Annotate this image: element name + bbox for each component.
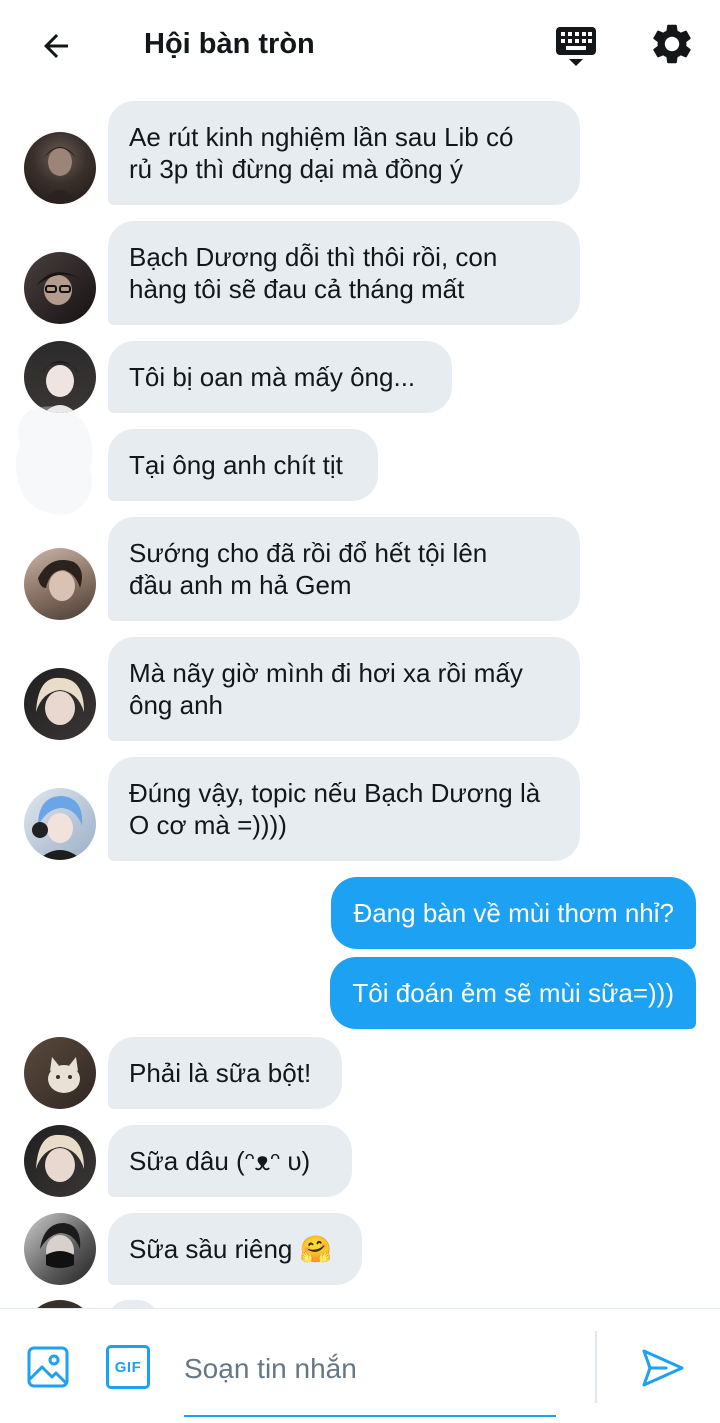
message-bubble-outgoing[interactable]: Đang bàn về mùi thơm nhỉ? xyxy=(331,877,696,949)
faded-avatar-trace xyxy=(10,400,104,518)
keyboard-toggle-button[interactable] xyxy=(552,22,600,70)
chat-header: Hội bàn tròn xyxy=(0,0,720,88)
attach-image-button[interactable] xyxy=(26,1345,70,1394)
arrow-left-icon xyxy=(44,34,68,58)
send-button[interactable] xyxy=(640,1345,686,1396)
message-bubble[interactable]: Sữa sầu riêng 🤗 xyxy=(108,1213,362,1285)
gif-button[interactable]: GIF xyxy=(106,1345,150,1389)
cat-avatar[interactable] xyxy=(24,1037,96,1109)
message-bubble[interactable]: Phải là sữa bột! xyxy=(108,1037,342,1109)
message-input[interactable] xyxy=(184,1339,556,1399)
chat-title: Hội bàn tròn xyxy=(144,28,315,60)
blonde-avatar[interactable] xyxy=(24,668,96,740)
gif-label: GIF xyxy=(114,1358,142,1376)
send-icon xyxy=(642,1349,684,1387)
message-bubble[interactable]: Tôi bị oan mà mấy ông... xyxy=(108,341,452,413)
message-bubble[interactable]: Bạch Dương dỗi thì thôi rồi, con hàng tô… xyxy=(108,221,580,325)
blonde-avatar-2[interactable] xyxy=(24,1125,96,1197)
message-list[interactable]: Ae rút kinh nghiệm lần sau Lib có rủ 3p … xyxy=(0,88,720,1308)
message-input-wrapper xyxy=(184,1339,556,1417)
message-bubble[interactable]: Sướng cho đã rồi đổ hết tội lên đầu anh … xyxy=(108,517,580,621)
composer-divider xyxy=(595,1331,597,1403)
message-bubble[interactable]: Mà nãy giờ mình đi hơi xa rồi mấy ông an… xyxy=(108,637,580,741)
message-bubble-outgoing[interactable]: Tôi đoán ẻm sẽ mùi sữa=))) xyxy=(330,957,696,1029)
back-button[interactable] xyxy=(34,24,78,68)
dark-hair-avatar[interactable] xyxy=(24,132,96,204)
message-bubble[interactable]: Đúng vậy, topic nếu Bạch Dương là O cơ m… xyxy=(108,757,580,861)
keyboard-icon xyxy=(556,27,596,66)
masked-avatar[interactable] xyxy=(24,1213,96,1285)
blue-hair-avatar[interactable] xyxy=(24,788,96,860)
settings-button[interactable] xyxy=(648,20,696,68)
message-bubble[interactable]: Ae rút kinh nghiệm lần sau Lib có rủ 3p … xyxy=(108,101,580,205)
glasses-avatar[interactable] xyxy=(24,252,96,324)
gear-icon xyxy=(653,24,691,64)
message-bubble[interactable]: Sữa dâu (ᵔᴥᵔ υ) xyxy=(108,1125,352,1197)
message-bubble-partial[interactable] xyxy=(108,1300,158,1308)
message-composer: GIF xyxy=(0,1308,720,1423)
avatar[interactable] xyxy=(24,1300,96,1308)
message-bubble[interactable]: Tại ông anh chít tịt xyxy=(108,429,378,501)
curly-hair-avatar[interactable] xyxy=(24,548,96,620)
image-icon xyxy=(27,1346,69,1388)
